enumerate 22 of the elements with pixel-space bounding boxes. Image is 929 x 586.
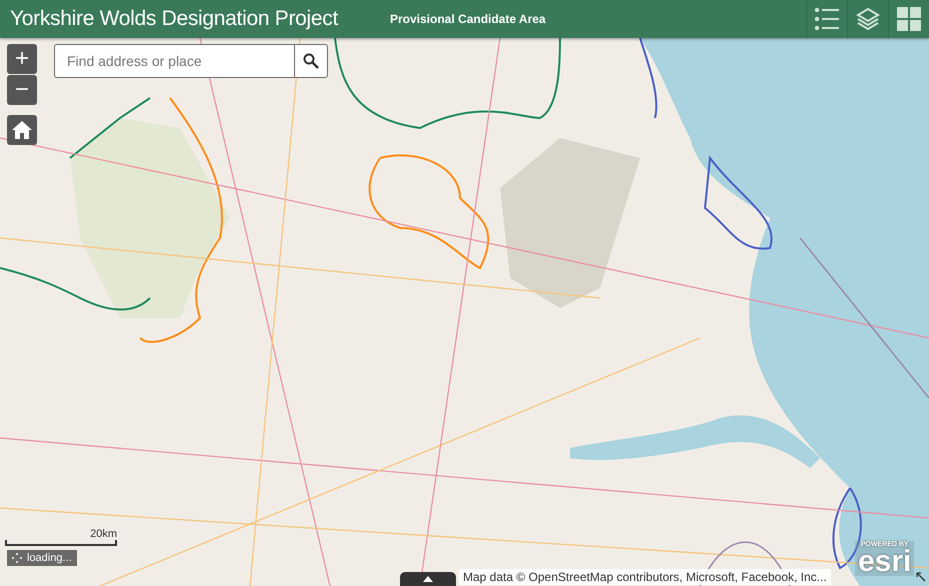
basemap-button[interactable]	[888, 0, 929, 38]
app-title: Yorkshire Wolds Designation Project	[9, 7, 340, 31]
search-field[interactable]: Find address or place	[54, 44, 294, 78]
zoom-out-button[interactable]: −	[7, 75, 37, 105]
map-attribution: Map data © OpenStreetMap contributors, Microsoft, Facebook, Inc...	[459, 569, 831, 585]
resize-icon	[916, 572, 926, 582]
grid-icon	[897, 7, 921, 31]
home-icon	[12, 121, 32, 139]
search-button[interactable]	[294, 44, 328, 78]
legend-button[interactable]	[806, 0, 847, 38]
attribution-toggle[interactable]	[400, 572, 456, 586]
zoom-in-button[interactable]: +	[7, 44, 37, 74]
layers-button[interactable]	[847, 0, 888, 38]
caret-icon	[423, 576, 433, 582]
layer-subtitle: Provisional Candidate Area	[390, 12, 546, 26]
list-icon	[814, 7, 840, 31]
scale-label: 20km	[90, 528, 117, 540]
home-button[interactable]	[7, 115, 37, 145]
search-icon	[303, 53, 319, 69]
layers-icon	[856, 7, 880, 31]
spinner-icon	[12, 553, 22, 563]
loading-text: loading...	[27, 552, 72, 564]
